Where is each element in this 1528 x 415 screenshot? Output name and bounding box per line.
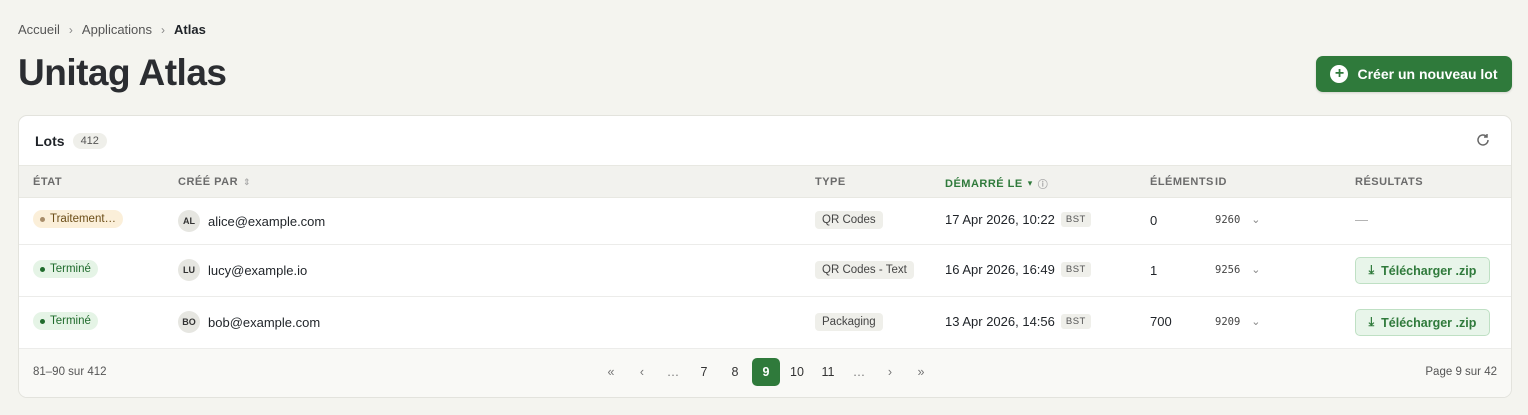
status-dot [40, 318, 45, 324]
avatar: BO [178, 311, 200, 333]
create-batch-button[interactable]: + Créer un nouveau lot [1316, 56, 1512, 92]
page-button[interactable]: 7 [690, 358, 718, 386]
download-zip-button[interactable]: ⤓ Télécharger .zip [1355, 309, 1490, 336]
download-zip-button[interactable]: ⤓ Télécharger .zip [1355, 257, 1490, 284]
last-page-button[interactable]: » [907, 358, 935, 386]
no-result: — [1355, 212, 1368, 227]
column-header-started[interactable]: DÉMARRÉ LE ▾ ⓘ [945, 176, 1049, 192]
creator-email: lucy@example.io [208, 262, 308, 278]
timezone-badge: BST [1060, 262, 1091, 277]
batches-card: Lots 412 ÉTAT CRÉÉ PAR ⇕ TYPE DÉMARRÉ LE… [18, 115, 1512, 398]
chevron-down-icon: ⌄ [1251, 264, 1261, 276]
column-header-state: ÉTAT [33, 176, 63, 188]
next-page-button[interactable]: › [876, 358, 904, 386]
creator-email: alice@example.com [208, 213, 326, 229]
column-header-results: RÉSULTATS [1355, 176, 1424, 188]
status-badge: Traitement… [33, 210, 124, 228]
avatar: AL [178, 210, 200, 232]
column-header-id: ID [1215, 176, 1227, 188]
info-icon: ⓘ [1037, 180, 1049, 191]
creator-email: bob@example.com [208, 314, 321, 330]
download-icon: ⤓ [1368, 315, 1375, 329]
page-button[interactable]: 8 [721, 358, 749, 386]
prev-page-button[interactable]: ‹ [628, 358, 656, 386]
timezone-badge: BST [1060, 314, 1091, 329]
chevron-right-icon: › [68, 22, 73, 37]
batch-id: 9260 [1215, 213, 1241, 226]
breadcrumb: Accueil › Applications › Atlas [18, 22, 206, 37]
table-row[interactable]: Terminé LU lucy@example.io QR Codes - Te… [19, 245, 1511, 297]
type-pill: QR Codes - Text [815, 261, 914, 279]
chevron-down-icon: ▾ [1027, 178, 1033, 188]
started-date: 16 Apr 2026, 16:49 [945, 262, 1055, 277]
started-date: 17 Apr 2026, 10:22 [945, 212, 1055, 227]
type-pill: Packaging [815, 313, 883, 331]
pagination: « ‹ … 7 8 9 10 11 … › » [597, 358, 935, 386]
id-dropdown[interactable]: 9256 ⌄ [1215, 263, 1261, 277]
batch-id: 9209 [1215, 315, 1241, 328]
table-row[interactable]: Traitement… AL alice@example.com QR Code… [19, 198, 1511, 245]
breadcrumb-home[interactable]: Accueil [18, 22, 60, 37]
chevron-right-icon: › [161, 22, 166, 37]
avatar: LU [178, 259, 200, 281]
sort-icon: ⇕ [243, 176, 252, 187]
count-badge: 412 [72, 132, 107, 149]
timezone-badge: BST [1060, 212, 1091, 227]
batch-id: 9256 [1215, 263, 1241, 276]
page-button[interactable]: 11 [814, 358, 842, 386]
id-dropdown[interactable]: 9260 ⌄ [1215, 213, 1261, 227]
elements-count: 0 [1150, 213, 1158, 228]
type-pill: QR Codes [815, 211, 883, 229]
page-title: Unitag Atlas [18, 52, 227, 93]
chevron-down-icon: ⌄ [1251, 214, 1261, 226]
status-badge: Terminé [33, 312, 98, 330]
breadcrumb-applications[interactable]: Applications [82, 22, 152, 37]
status-badge: Terminé [33, 260, 98, 278]
status-dot [40, 216, 45, 222]
card-header: Lots 412 [19, 116, 1511, 165]
first-page-button[interactable]: « [597, 358, 625, 386]
column-header-created-by[interactable]: CRÉÉ PAR ⇕ [178, 176, 251, 188]
column-header-type: TYPE [815, 176, 846, 188]
current-page-button[interactable]: 9 [752, 358, 780, 386]
page-button[interactable]: 10 [783, 358, 811, 386]
id-dropdown[interactable]: 9209 ⌄ [1215, 315, 1261, 329]
results-range: 81–90 sur 412 [33, 366, 107, 378]
breadcrumb-current: Atlas [174, 22, 206, 37]
table-row[interactable]: Terminé BO bob@example.com Packaging 13 … [19, 297, 1511, 349]
table-header: ÉTAT CRÉÉ PAR ⇕ TYPE DÉMARRÉ LE ▾ ⓘ ÉLÉM… [19, 165, 1511, 198]
page-ellipsis: … [666, 365, 680, 379]
plus-circle-icon: + [1330, 65, 1349, 83]
page-ellipsis: … [852, 365, 866, 379]
card-title: Lots [35, 132, 65, 149]
refresh-icon[interactable] [1475, 132, 1491, 148]
table-footer: 81–90 sur 412 « ‹ … 7 8 9 10 11 … › » Pa… [19, 349, 1511, 397]
column-header-elements: ÉLÉMENTS [1150, 176, 1214, 188]
create-batch-label: Créer un nouveau lot [1357, 66, 1498, 82]
page-indicator: Page 9 sur 42 [1425, 366, 1497, 378]
chevron-down-icon: ⌄ [1251, 316, 1261, 328]
elements-count: 1 [1150, 263, 1158, 278]
download-icon: ⤓ [1368, 263, 1375, 277]
elements-count: 700 [1150, 314, 1172, 329]
started-date: 13 Apr 2026, 14:56 [945, 314, 1055, 329]
status-dot [40, 266, 45, 272]
